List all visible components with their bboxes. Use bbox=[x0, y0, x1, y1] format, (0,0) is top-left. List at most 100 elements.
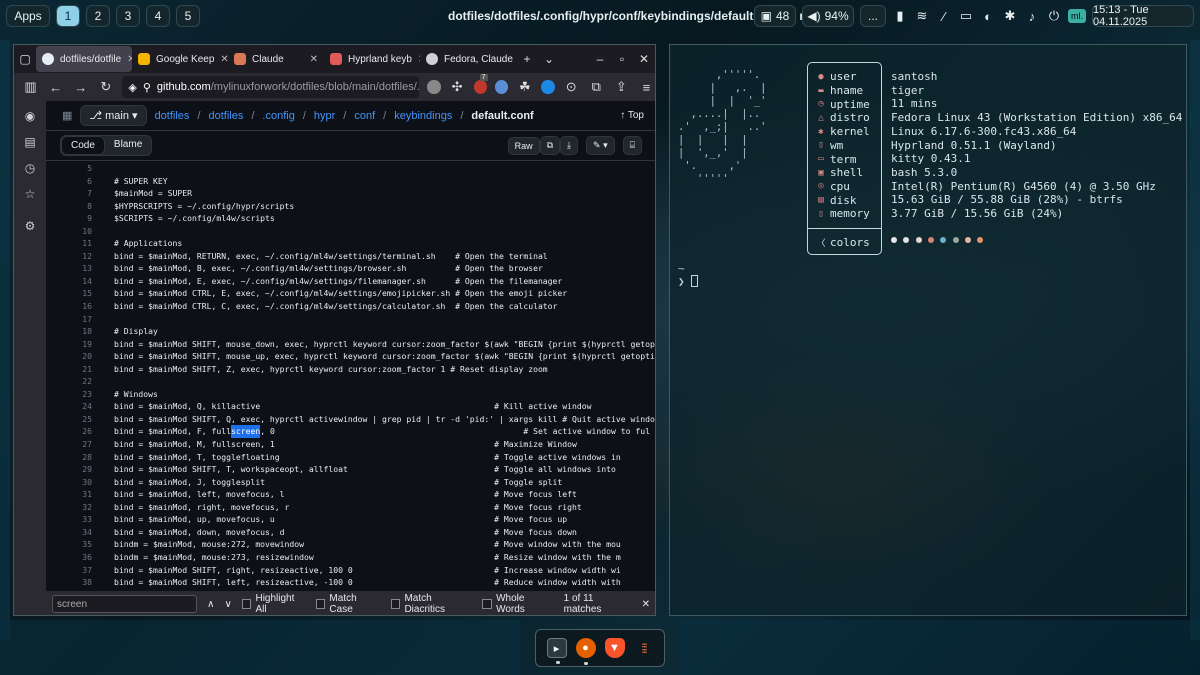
line-number[interactable]: 37 bbox=[46, 564, 114, 577]
crumb-conf[interactable]: conf bbox=[354, 110, 375, 122]
line-number[interactable]: 12 bbox=[46, 250, 114, 263]
layers-icon[interactable]: ≋ bbox=[914, 8, 930, 24]
app-grid-icon[interactable]: ⁞⁞⁞ bbox=[634, 638, 654, 658]
crumb-config[interactable]: .config bbox=[262, 110, 294, 122]
line-number[interactable]: 21 bbox=[46, 363, 114, 376]
line-number[interactable]: 8 bbox=[46, 200, 114, 213]
share-icon[interactable]: ⇪ bbox=[613, 79, 630, 95]
branch-selector[interactable]: ⎇ main ▾ bbox=[80, 105, 147, 126]
brush-icon[interactable]: ⁄ bbox=[936, 9, 952, 24]
line-number[interactable]: 9 bbox=[46, 212, 114, 225]
ml4w-badge[interactable]: ml. bbox=[1068, 9, 1086, 23]
extension-icon[interactable] bbox=[427, 80, 441, 94]
tab-github[interactable]: dotfiles/dotfile ✕ bbox=[36, 46, 132, 72]
find-previous-icon[interactable]: ∧ bbox=[207, 599, 214, 610]
workspace-1[interactable]: 1 bbox=[56, 5, 80, 27]
window-icon[interactable]: ▭ bbox=[958, 8, 974, 24]
tab-claude[interactable]: Claude ✕ bbox=[228, 46, 324, 72]
bluetooth-icon[interactable]: ✱ bbox=[1002, 8, 1018, 24]
terminal-app-icon[interactable]: ▸ bbox=[546, 638, 567, 664]
find-input[interactable] bbox=[52, 595, 198, 613]
line-number[interactable]: 17 bbox=[46, 313, 114, 326]
line-number[interactable]: 6 bbox=[46, 175, 114, 188]
line-number[interactable]: 24 bbox=[46, 400, 114, 413]
line-number[interactable]: 18 bbox=[46, 325, 114, 338]
apps-button[interactable]: Apps bbox=[6, 5, 50, 27]
chart-icon[interactable]: ▮ bbox=[892, 8, 908, 24]
url-bar[interactable]: ◈ ⚲ github.com/mylinuxforwork/dotfiles/b… bbox=[122, 76, 420, 98]
firefox-icon[interactable]: ● bbox=[575, 638, 596, 665]
crumb-keybindings[interactable]: keybindings bbox=[394, 110, 452, 122]
close-icon[interactable]: ✕ bbox=[310, 54, 318, 65]
history-icon[interactable]: ◷ bbox=[25, 161, 35, 175]
line-number[interactable]: 19 bbox=[46, 338, 114, 351]
ai-chat-icon[interactable]: ◉ bbox=[25, 109, 35, 123]
close-window-icon[interactable]: ✕ bbox=[633, 52, 655, 66]
line-number[interactable]: 10 bbox=[46, 225, 114, 238]
raw-button[interactable]: Raw bbox=[507, 136, 540, 155]
line-number[interactable]: 5 bbox=[46, 162, 114, 175]
line-number[interactable]: 15 bbox=[46, 287, 114, 300]
highlight-all-checkbox[interactable]: Highlight All bbox=[241, 593, 306, 615]
line-number[interactable]: 36 bbox=[46, 551, 114, 564]
tab-overview-icon[interactable]: ▢ bbox=[14, 52, 36, 66]
dark-reader-icon[interactable] bbox=[494, 80, 509, 94]
reload-icon[interactable]: ↻ bbox=[97, 79, 114, 95]
volume-widget[interactable]: ◀) 94% bbox=[802, 5, 854, 27]
menu-icon[interactable]: ≡ bbox=[638, 80, 655, 95]
bitwarden-icon[interactable] bbox=[541, 80, 555, 94]
tab-code[interactable]: Code bbox=[61, 136, 105, 155]
line-number[interactable]: 7 bbox=[46, 187, 114, 200]
restore-icon[interactable]: ▫ bbox=[611, 52, 633, 66]
workspace-3[interactable]: 3 bbox=[116, 5, 140, 27]
terminal-window[interactable]: ,'''''. | ,. | | | '_' ,....| |.. .' ,_;… bbox=[669, 44, 1187, 616]
forward-icon[interactable]: → bbox=[72, 80, 89, 95]
tab-hyprland[interactable]: Hyprland keyb ✕ bbox=[324, 46, 420, 72]
sidebar-toggle-icon[interactable]: ▥ bbox=[22, 79, 39, 95]
extensions-icon[interactable]: ⧉ bbox=[588, 79, 605, 95]
workspace-2[interactable]: 2 bbox=[86, 5, 110, 27]
pocket-icon[interactable]: ⊙ bbox=[563, 79, 580, 95]
ublock-icon[interactable]: 7 bbox=[473, 74, 488, 94]
minimize-icon[interactable]: – bbox=[589, 52, 611, 66]
symbols-icon[interactable]: ⌸ bbox=[622, 136, 642, 155]
match-diacritics-checkbox[interactable]: Match Diacritics bbox=[390, 593, 473, 615]
top-link[interactable]: ↑ Top bbox=[620, 110, 644, 121]
bookmarks-icon[interactable]: ☆ bbox=[25, 187, 36, 201]
line-number[interactable]: 31 bbox=[46, 488, 114, 501]
line-number[interactable]: 16 bbox=[46, 300, 114, 313]
toggle-icon[interactable]: ◐ bbox=[980, 9, 996, 24]
brave-icon[interactable]: ▼ bbox=[604, 638, 625, 658]
copy-icon[interactable]: ⧉ bbox=[539, 136, 561, 155]
edit-icon[interactable]: ✎ ▾ bbox=[586, 136, 615, 155]
line-number[interactable]: 27 bbox=[46, 438, 114, 451]
download-icon[interactable]: ⤓ bbox=[560, 136, 579, 155]
crumb-dotfiles-2[interactable]: dotfiles bbox=[208, 110, 243, 122]
crumb-dotfiles[interactable]: dotfiles bbox=[155, 110, 190, 122]
tab-blame[interactable]: Blame bbox=[105, 136, 151, 155]
puzzle-icon[interactable]: ✣ bbox=[449, 79, 466, 95]
match-case-checkbox[interactable]: Match Case bbox=[315, 593, 381, 615]
close-icon[interactable]: ✕ bbox=[220, 54, 228, 65]
workspace-5[interactable]: 5 bbox=[176, 5, 200, 27]
crumb-hypr[interactable]: hypr bbox=[314, 110, 335, 122]
line-number[interactable]: 34 bbox=[46, 526, 114, 539]
line-number[interactable]: 32 bbox=[46, 501, 114, 514]
tab-google-keep[interactable]: Google Keep ✕ bbox=[132, 46, 228, 72]
line-number[interactable]: 25 bbox=[46, 413, 114, 426]
line-number[interactable]: 30 bbox=[46, 476, 114, 489]
notification-counter[interactable]: ▣ 48 bbox=[754, 5, 796, 27]
line-number[interactable]: 20 bbox=[46, 350, 114, 363]
line-number[interactable]: 26 bbox=[46, 425, 114, 438]
line-number[interactable]: 28 bbox=[46, 451, 114, 464]
line-number[interactable]: 11 bbox=[46, 237, 114, 250]
file-tree-icon[interactable]: ▦ bbox=[62, 109, 72, 122]
chevron-down-icon[interactable]: ⌄ bbox=[538, 52, 560, 66]
line-number[interactable]: 13 bbox=[46, 262, 114, 275]
line-number[interactable]: 38 bbox=[46, 576, 114, 589]
line-number[interactable]: 22 bbox=[46, 375, 114, 388]
close-find-icon[interactable]: ✕ bbox=[642, 599, 650, 610]
line-number[interactable]: 23 bbox=[46, 388, 114, 401]
line-number[interactable]: 35 bbox=[46, 538, 114, 551]
whole-words-checkbox[interactable]: Whole Words bbox=[482, 593, 553, 615]
